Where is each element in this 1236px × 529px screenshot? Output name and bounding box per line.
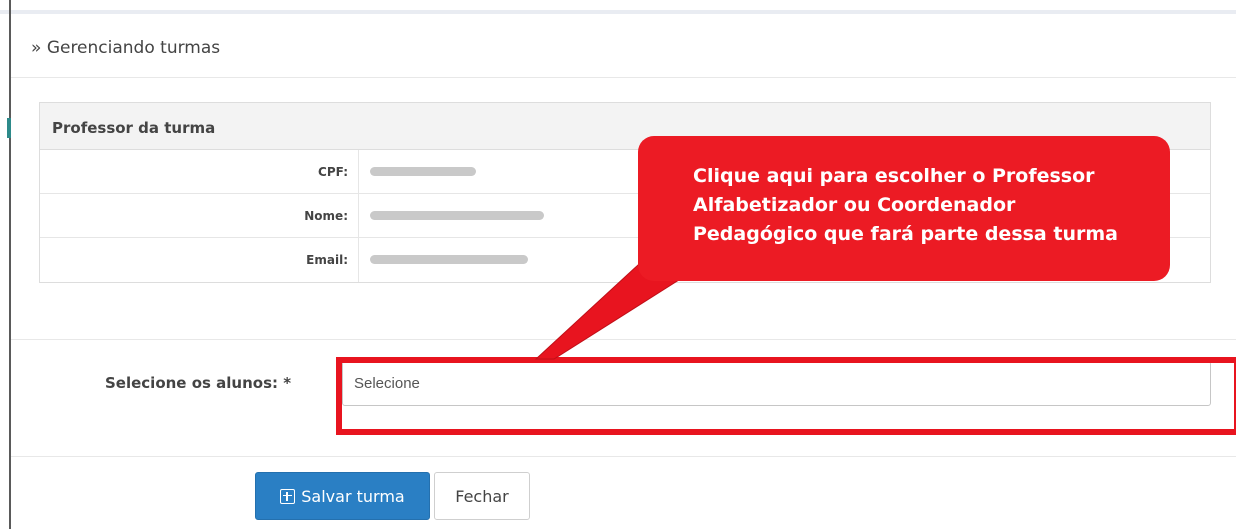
- name-label: Nome:: [40, 194, 359, 237]
- page-title: » Gerenciando turmas: [31, 38, 220, 58]
- breadcrumb-glyph: »: [31, 38, 42, 58]
- email-label: Email:: [40, 238, 359, 282]
- panel-header: » Gerenciando turmas: [11, 14, 1236, 78]
- name-value-redacted: [370, 211, 544, 220]
- save-class-label: Salvar turma: [301, 486, 405, 506]
- annotation-callout: Clique aqui para escolher o Professor Al…: [638, 136, 1170, 281]
- email-value-redacted: [370, 255, 528, 264]
- manage-classes-panel: » Gerenciando turmas Professor da turma …: [11, 14, 1236, 529]
- form-divider: [11, 339, 1236, 340]
- top-bar: [0, 0, 1236, 14]
- callout-text: Clique aqui para escolher o Professor Al…: [693, 165, 1118, 245]
- close-label: Fechar: [455, 486, 509, 506]
- students-select-placeholder: Selecione: [354, 375, 420, 392]
- professor-heading-text: Professor da turma: [52, 119, 216, 137]
- plus-square-icon: [280, 488, 296, 504]
- footer-divider: [11, 456, 1236, 457]
- close-button[interactable]: Fechar: [434, 472, 530, 520]
- save-class-button[interactable]: Salvar turma: [255, 472, 430, 520]
- cpf-label: CPF:: [40, 150, 359, 193]
- students-label: Selecione os alunos: *: [105, 374, 292, 392]
- students-select[interactable]: Selecione: [342, 361, 1211, 406]
- page-title-text: Gerenciando turmas: [46, 38, 221, 58]
- cpf-value-redacted: [370, 167, 476, 176]
